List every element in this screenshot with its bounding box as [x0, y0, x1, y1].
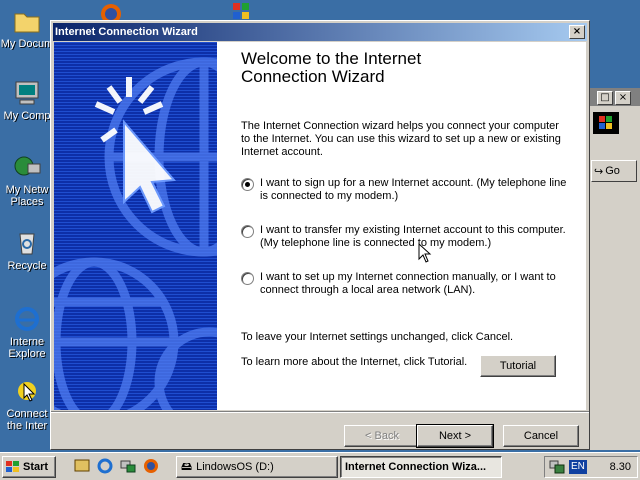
internet-explorer-icon [15, 307, 39, 331]
close-button[interactable]: × [615, 91, 631, 105]
desktop-icon-internet-explorer[interactable]: Interne Explore [0, 304, 54, 360]
wizard-titlebar[interactable]: Internet Connection Wizard × [53, 23, 587, 41]
maximize-button[interactable]: □ [597, 91, 613, 105]
task-label: Internet Connection Wiza... [345, 461, 487, 473]
internet-connection-wizard: Internet Connection Wizard × Welcome to … [50, 20, 590, 450]
connect-icon [18, 382, 36, 402]
taskbar: Start 🖴 LindowsOS (D:) Internet Connecti… [0, 452, 640, 480]
firefox-icon[interactable] [96, 2, 126, 20]
tutorial-note: To learn more about the Internet, click … [241, 356, 468, 368]
next-button[interactable]: Next > [416, 424, 494, 448]
wizard-side-graphic [54, 42, 217, 410]
back-button[interactable]: < Back [344, 425, 420, 447]
start-button[interactable]: Start [2, 456, 56, 478]
start-label: Start [23, 461, 49, 473]
cancel-note: To leave your Internet settings unchange… [241, 331, 514, 343]
folder-icon [14, 13, 40, 33]
desktop-icon-connect-internet[interactable]: Connect the Inter [0, 376, 54, 432]
wizard-content: Welcome to the Internet Connection Wizar… [217, 42, 586, 410]
network-icon [14, 156, 41, 176]
desktop-icon-my-documents[interactable]: My Docum [0, 6, 54, 50]
task-lindowsos[interactable]: 🖴 LindowsOS (D:) [176, 456, 338, 478]
option-label: I want to set up my Internet connection … [260, 271, 556, 296]
option-new-account[interactable]: I want to sign up for a new Internet acc… [241, 177, 571, 203]
internet-explorer-icon[interactable] [97, 458, 113, 474]
desktop-icon-label: Interne Explore [8, 336, 46, 360]
windows-icon[interactable] [232, 2, 250, 20]
desktop-quicklaunch-icon[interactable] [74, 458, 90, 474]
network-tray-icon[interactable] [549, 460, 565, 474]
task-label: LindowsOS (D:) [196, 461, 274, 473]
close-button[interactable]: × [569, 25, 585, 39]
tutorial-button[interactable]: Tutorial [480, 355, 556, 377]
windows-logo-icon [593, 112, 619, 134]
wizard-intro-text: The Internet Connection wizard helps you… [241, 120, 561, 158]
desktop-icon-label: Connect the Inter [6, 408, 48, 432]
radio-transfer-account[interactable] [241, 225, 254, 238]
cancel-button[interactable]: Cancel [503, 425, 579, 447]
recycle-bin-icon [19, 233, 35, 255]
mouse-pointer-icon [418, 243, 432, 263]
go-button[interactable]: ↪ Go [591, 160, 637, 182]
computer-icon [15, 81, 39, 105]
go-label: Go [605, 165, 620, 177]
wizard-heading: Welcome to the Internet Connection Wizar… [241, 49, 422, 86]
network-quicklaunch-icon[interactable] [120, 458, 136, 474]
desktop-icon-recycle-bin[interactable]: Recycle [0, 228, 54, 272]
desktop-icon-my-computer[interactable]: My Comp [0, 78, 54, 122]
language-indicator[interactable]: EN [569, 460, 587, 474]
desktop-icon-label: My Docum [0, 38, 54, 50]
clock[interactable]: 8.30 [610, 461, 637, 473]
desktop-icon-label: My Netw Places [5, 184, 49, 208]
background-window-titlebar [587, 88, 640, 106]
radio-manual-setup[interactable] [241, 272, 254, 285]
desktop-icon-label: My Comp [3, 110, 51, 122]
option-transfer-account[interactable]: I want to transfer my existing Internet … [241, 224, 571, 250]
task-internet-connection-wizard[interactable]: Internet Connection Wiza... [340, 456, 502, 478]
option-label: I want to transfer my existing Internet … [260, 224, 566, 249]
wizard-title: Internet Connection Wizard [55, 26, 198, 38]
background-window: □ × ↪ Go [585, 88, 640, 450]
windows-flag-icon [6, 461, 19, 472]
globe-cursor-graphic [54, 42, 217, 410]
option-label: I want to sign up for a new Internet acc… [260, 177, 567, 202]
go-arrow-icon: ↪ [594, 165, 604, 178]
desktop-icon-network-places[interactable]: My Netw Places [0, 152, 54, 208]
option-manual-setup[interactable]: I want to set up my Internet connection … [241, 271, 571, 297]
button-separator [51, 411, 589, 413]
desktop-icon-label: Recycle [7, 260, 47, 272]
radio-new-account[interactable] [241, 178, 254, 191]
drive-icon: 🖴 [181, 461, 193, 473]
system-tray: EN 8.30 [544, 456, 638, 478]
firefox-icon[interactable] [143, 458, 159, 474]
